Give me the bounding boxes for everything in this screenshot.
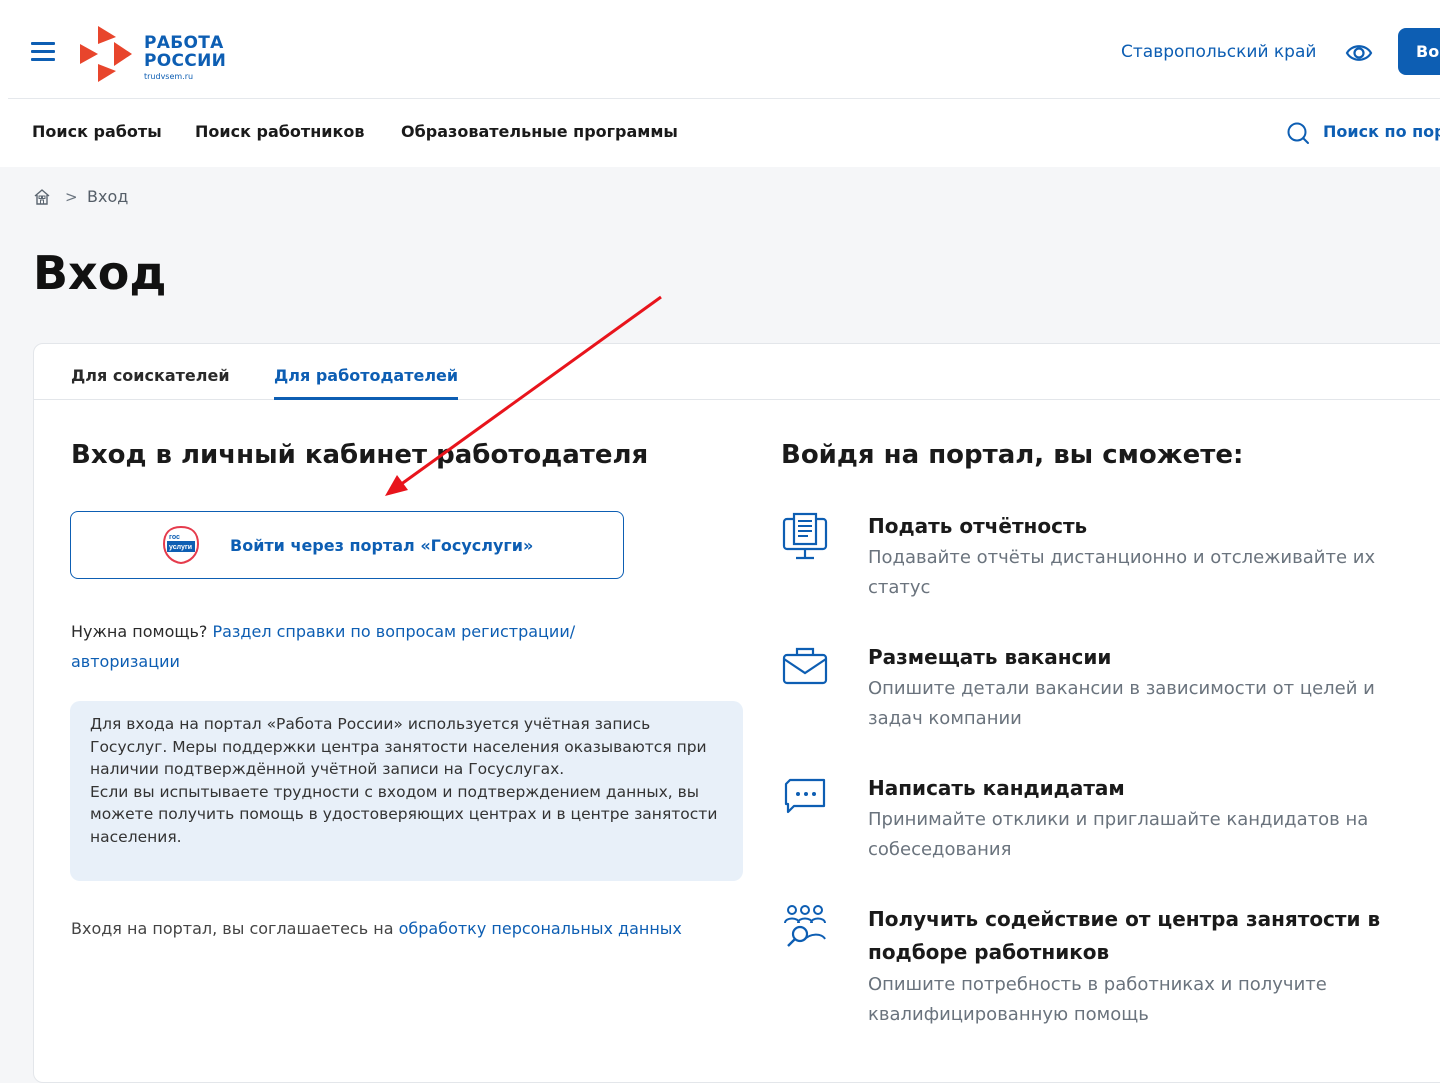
logo-arrows-icon [80, 26, 132, 82]
features-heading: Войдя на портал, вы сможете: [781, 440, 1244, 470]
login-heading: Вход в личный кабинет работодателя [71, 440, 649, 470]
info-box: Для входа на портал «Работа России» испо… [70, 701, 743, 881]
briefcase-icon [782, 647, 828, 685]
people-search-icon [784, 905, 826, 947]
gosuslugi-login-button[interactable]: гос услуги Войти через портал «Госуслуги… [70, 511, 624, 579]
breadcrumb-separator: > [65, 188, 78, 206]
feature-title-reports: Подать отчётность [868, 514, 1088, 538]
gosuslugi-icon: гос услуги [162, 525, 200, 565]
menu-icon[interactable] [31, 42, 55, 61]
feature-desc-candidates: Принимайте отклики и приглашайте кандида… [868, 809, 1369, 860]
personal-data-link[interactable]: обработку персональных данных [399, 919, 682, 938]
login-button[interactable]: Во [1398, 28, 1440, 75]
nav-education-programs[interactable]: Образовательные программы [401, 121, 678, 143]
feature-title-employment-center: Получить содействие от центра занятости … [868, 907, 1381, 964]
home-icon[interactable] [33, 188, 51, 206]
feature-title-vacancies: Размещать вакансии [868, 645, 1112, 669]
nav-employee-search[interactable]: Поиск работников [195, 121, 364, 143]
logo-line2: РОССИИ [144, 51, 227, 71]
portal-search-link[interactable]: Поиск по пор [1323, 121, 1440, 143]
feature-title-candidates: Написать кандидатам [868, 776, 1125, 800]
help-prefix: Нужна помощь? [71, 622, 213, 641]
consent-prefix: Входя на портал, вы соглашаетесь на [71, 919, 399, 938]
logo-line1: РАБОТА [144, 33, 224, 53]
gosuslugi-icon-text-top: гос [169, 534, 180, 541]
logo-domain: trudvsem.ru [144, 72, 194, 81]
breadcrumb-current: Вход [87, 187, 129, 206]
feature-desc-reports: Подавайте отчёты дистанционно и отслежив… [868, 547, 1376, 598]
chat-icon [784, 778, 826, 814]
consent-text: Входя на портал, вы соглашаетесь на обра… [71, 917, 682, 941]
info-paragraph-1: Для входа на портал «Работа России» испо… [90, 715, 707, 778]
tab-divider [34, 399, 1440, 400]
tab-applicants[interactable]: Для соискателей [71, 365, 230, 387]
help-text: Нужна помощь? Раздел справки по вопросам… [71, 617, 671, 677]
gosuslugi-icon-text-bottom: услуги [169, 544, 192, 551]
feature-desc-vacancies: Опишите детали вакансии в зависимости от… [868, 678, 1375, 729]
tab-employers[interactable]: Для работодателей [274, 365, 459, 400]
site-logo[interactable]: РАБОТА РОССИИ trudvsem.ru [78, 24, 238, 84]
page-title: Вход [33, 246, 167, 300]
region-selector[interactable]: Ставропольский край [1121, 41, 1316, 63]
accessibility-eye-icon[interactable] [1344, 38, 1374, 68]
gosuslugi-button-label: Войти через портал «Госуслуги» [230, 536, 534, 555]
info-paragraph-2: Если вы испытываете трудности с входом и… [90, 782, 718, 846]
search-icon[interactable] [1286, 121, 1310, 145]
feature-desc-employment-center: Опишите потребность в работниках и получ… [868, 974, 1327, 1025]
report-icon [782, 512, 828, 560]
header-divider [8, 98, 1440, 99]
nav-job-search[interactable]: Поиск работы [32, 121, 162, 143]
